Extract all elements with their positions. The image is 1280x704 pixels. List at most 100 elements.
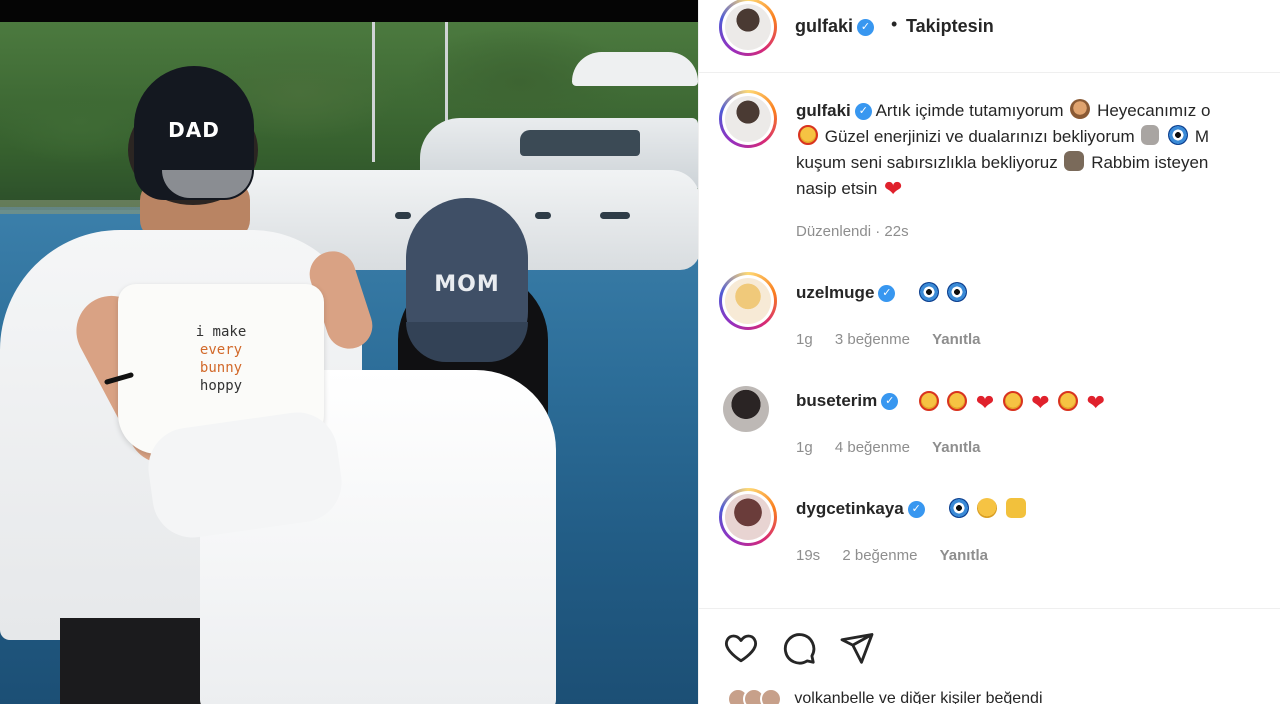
yacht-porthole <box>535 212 551 219</box>
yacht-mast <box>372 22 375 162</box>
photo-top-bar <box>0 0 698 22</box>
comment-likes[interactable]: 4 beğenme <box>835 439 910 456</box>
comment-meta: 1g 3 beğenme Yanıtla <box>796 331 998 348</box>
caption-text: Heyecanımız o <box>1097 101 1211 120</box>
comment-emojis: ❤ ❤ ❤ <box>917 390 1107 416</box>
nazar-amulet-icon <box>947 282 968 302</box>
commenter-username-text[interactable]: buseterim <box>796 391 877 410</box>
heart-outline-icon[interactable] <box>723 630 759 666</box>
caption-text: Rabbim isteyen <box>1091 153 1209 172</box>
caption-line: gulfaki ✓ Artık içimde tutamıyorum Heyeca… <box>796 98 1280 124</box>
dad-cap-bill <box>162 170 252 198</box>
comment-time: 1g <box>796 439 813 456</box>
verified-badge-icon: ✓ <box>907 501 925 519</box>
post-photo[interactable]: DAD MOM i make every bunny hoppy <box>0 0 698 704</box>
avatar-image <box>725 494 771 540</box>
commenter-username-text[interactable]: uzelmuge <box>796 283 874 302</box>
header-separator: • <box>891 14 898 34</box>
nazar-amulet-icon <box>1168 125 1189 145</box>
commenter-avatar[interactable] <box>723 386 769 432</box>
avatar-inner <box>722 93 774 145</box>
nazar-amulet-icon <box>949 498 969 518</box>
avatar-inner <box>722 275 774 327</box>
onesie-text-line: i make <box>195 324 247 340</box>
liker-avatar <box>759 688 782 704</box>
reply-button[interactable]: Yanıtla <box>940 547 988 564</box>
mom-cap: MOM <box>406 198 528 362</box>
yacht-porthole <box>395 212 411 219</box>
avatar-image <box>725 96 771 142</box>
verified-badge-icon: ✓ <box>854 103 872 121</box>
commenter-username[interactable]: dygcetinkaya ✓ <box>796 499 925 519</box>
avatar-image <box>723 386 769 432</box>
avatar-inner <box>722 491 774 543</box>
bird-emoji-icon <box>1064 151 1085 171</box>
mom-cap-text: MOM <box>434 272 500 297</box>
reply-button[interactable]: Yanıtla <box>932 439 980 456</box>
red-heart-icon: ❤ <box>975 390 995 415</box>
yacht-window <box>520 130 640 156</box>
smiling-face-icon <box>977 498 998 518</box>
onesie-text-line: bunny <box>199 360 243 376</box>
caption-text: nasip etsin <box>796 179 878 198</box>
praying-hands-icon <box>1141 125 1160 145</box>
author-username-text[interactable]: gulfaki <box>795 16 853 36</box>
caption-meta: Düzenlendi · 22s <box>796 223 909 240</box>
commenter-avatar[interactable] <box>719 272 777 330</box>
commenter-username[interactable]: buseterim ✓ <box>796 391 899 411</box>
verified-badge-icon: ✓ <box>881 393 899 411</box>
comment-item: uzelmuge ✓ 1g 3 beğenme Yanıtla <box>699 272 1280 372</box>
verified-badge-icon: ✓ <box>878 285 896 303</box>
onesie-text-line: hoppy <box>199 378 243 394</box>
avatar-image <box>725 278 771 324</box>
comment-likes[interactable]: 3 beğenme <box>835 331 910 348</box>
nazar-amulet-icon <box>919 282 939 302</box>
see-no-evil-monkey-icon <box>1070 99 1091 119</box>
paper-plane-icon[interactable] <box>839 630 875 666</box>
commenter-avatar[interactable] <box>719 488 777 546</box>
reply-button[interactable]: Yanıtla <box>932 331 980 348</box>
post-header: gulfaki ✓ • Takiptesin <box>699 0 1280 56</box>
follow-status-button[interactable]: Takiptesin <box>906 16 994 37</box>
comment-likes[interactable]: 2 beğenme <box>842 547 917 564</box>
dad-cap: DAD <box>134 66 254 200</box>
actions-divider <box>699 608 1280 609</box>
onesie-text-line: every <box>199 342 243 358</box>
caption-username[interactable]: gulfaki <box>796 101 851 120</box>
comment-time: 1g <box>796 331 813 348</box>
author-username[interactable]: gulfaki ✓ <box>795 16 875 37</box>
avatar-inner <box>722 1 774 53</box>
star-struck-emoji-icon <box>947 391 968 411</box>
comment-meta: 1g 4 beğenme Yanıtla <box>796 439 998 456</box>
star-struck-emoji-icon <box>919 391 939 411</box>
caption-text: M <box>1194 127 1210 146</box>
comment-item: dygcetinkaya ✓ 19s 2 beğenme Yanıtla <box>699 488 1280 588</box>
commenter-username[interactable]: uzelmuge ✓ <box>796 283 896 303</box>
yacht-porthole <box>600 212 630 219</box>
caption-author-avatar[interactable] <box>719 90 777 148</box>
caption-text: Güzel enerjinizi ve dualarınızı bekliyor… <box>824 127 1135 146</box>
likes-summary-text[interactable]: volkanbelle ve diğer kişiler beğendi <box>794 690 1042 704</box>
caption-text: kuşum seni sabırsızlıkla bekliyoruz <box>796 153 1058 172</box>
commenter-username-text[interactable]: dygcetinkaya <box>796 499 904 518</box>
post-side-panel: gulfaki ✓ • Takiptesin gulfaki ✓ Artık içi… <box>698 0 1280 704</box>
comment-bubble-icon[interactable] <box>781 630 817 666</box>
red-heart-icon: ❤ <box>1086 390 1106 415</box>
comment-time: 19s <box>796 547 821 564</box>
caption-line: Güzel enerjinizi ve dualarınızı bekliyor… <box>796 124 1280 150</box>
star-struck-emoji-icon <box>798 125 818 145</box>
star-struck-emoji-icon <box>1002 391 1023 411</box>
likes-summary[interactable]: volkanbelle ve diğer kişiler beğendi <box>727 688 1043 704</box>
caption-text: Artık içimde tutamıyorum <box>875 101 1064 120</box>
dad-cap-text: DAD <box>168 118 220 142</box>
comment-meta: 19s 2 beğenme Yanıtla <box>796 547 1006 564</box>
star-struck-emoji-icon <box>1058 391 1079 411</box>
red-heart-icon: ❤ <box>884 176 903 201</box>
avatar-image <box>725 4 771 50</box>
caption-line: nasip etsin ❤ <box>796 176 1280 202</box>
yacht-canopy <box>572 52 698 86</box>
comment-emojis <box>917 282 969 304</box>
author-avatar[interactable] <box>719 0 777 56</box>
comment-emojis <box>947 498 1028 520</box>
red-heart-icon: ❤ <box>1031 390 1050 415</box>
